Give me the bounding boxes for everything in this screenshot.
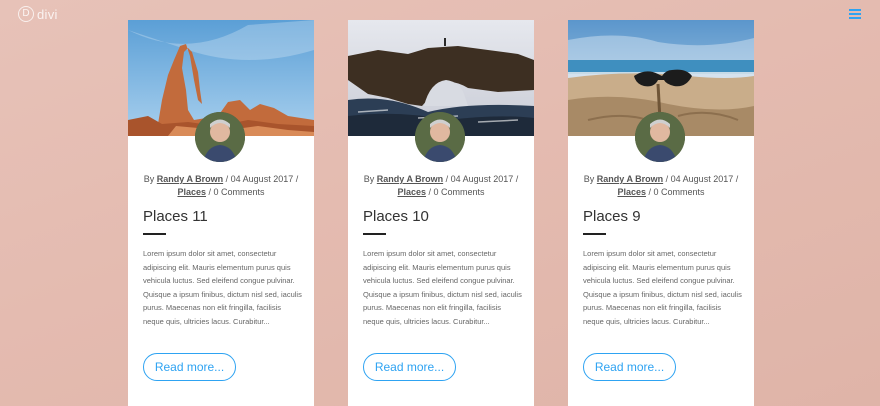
category-link[interactable]: Places	[617, 187, 646, 197]
author-prefix: By	[583, 174, 595, 184]
divi-logo-icon: D	[18, 6, 34, 22]
hamburger-menu-icon[interactable]	[849, 9, 861, 19]
post-date: / 04 August 2017 /	[225, 174, 299, 184]
author-prefix: By	[143, 174, 155, 184]
author-avatar[interactable]	[415, 112, 465, 162]
blog-post-card: By Randy A Brown / 04 August 2017 / Plac…	[348, 20, 534, 406]
title-divider	[363, 233, 386, 235]
author-link[interactable]: Randy A Brown	[597, 174, 663, 184]
post-excerpt: Lorem ipsum dolor sit amet, consectetur …	[583, 249, 742, 326]
post-excerpt: Lorem ipsum dolor sit amet, consectetur …	[143, 249, 302, 326]
post-meta: By Randy A Brown / 04 August 2017 / Plac…	[578, 173, 744, 199]
category-link[interactable]: Places	[177, 187, 206, 197]
read-more-button[interactable]: Read more...	[143, 353, 236, 381]
site-logo[interactable]: D divi	[18, 6, 58, 22]
read-more-button[interactable]: Read more...	[583, 353, 676, 381]
blog-post-card: By Randy A Brown / 04 August 2017 / Plac…	[568, 20, 754, 406]
title-divider	[583, 233, 606, 235]
author-prefix: By	[363, 174, 375, 184]
category-link[interactable]: Places	[397, 187, 426, 197]
logo-text: divi	[37, 6, 58, 22]
author-avatar[interactable]	[635, 112, 685, 162]
read-more-button[interactable]: Read more...	[363, 353, 456, 381]
author-link[interactable]: Randy A Brown	[377, 174, 443, 184]
post-meta: By Randy A Brown / 04 August 2017 / Plac…	[358, 173, 524, 199]
post-date: / 04 August 2017 /	[665, 174, 739, 184]
comment-count: / 0 Comments	[648, 187, 705, 197]
post-title[interactable]: Places 10	[363, 208, 429, 225]
author-link[interactable]: Randy A Brown	[157, 174, 223, 184]
post-excerpt: Lorem ipsum dolor sit amet, consectetur …	[363, 249, 522, 326]
comment-count: / 0 Comments	[428, 187, 485, 197]
post-title[interactable]: Places 9	[583, 208, 641, 225]
post-title[interactable]: Places 11	[143, 208, 208, 225]
comment-count: / 0 Comments	[208, 187, 265, 197]
blog-post-card: By Randy A Brown / 04 August 2017 / Plac…	[128, 20, 314, 406]
post-date: / 04 August 2017 /	[445, 174, 519, 184]
title-divider	[143, 233, 166, 235]
post-meta: By Randy A Brown / 04 August 2017 / Plac…	[138, 173, 304, 199]
author-avatar[interactable]	[195, 112, 245, 162]
